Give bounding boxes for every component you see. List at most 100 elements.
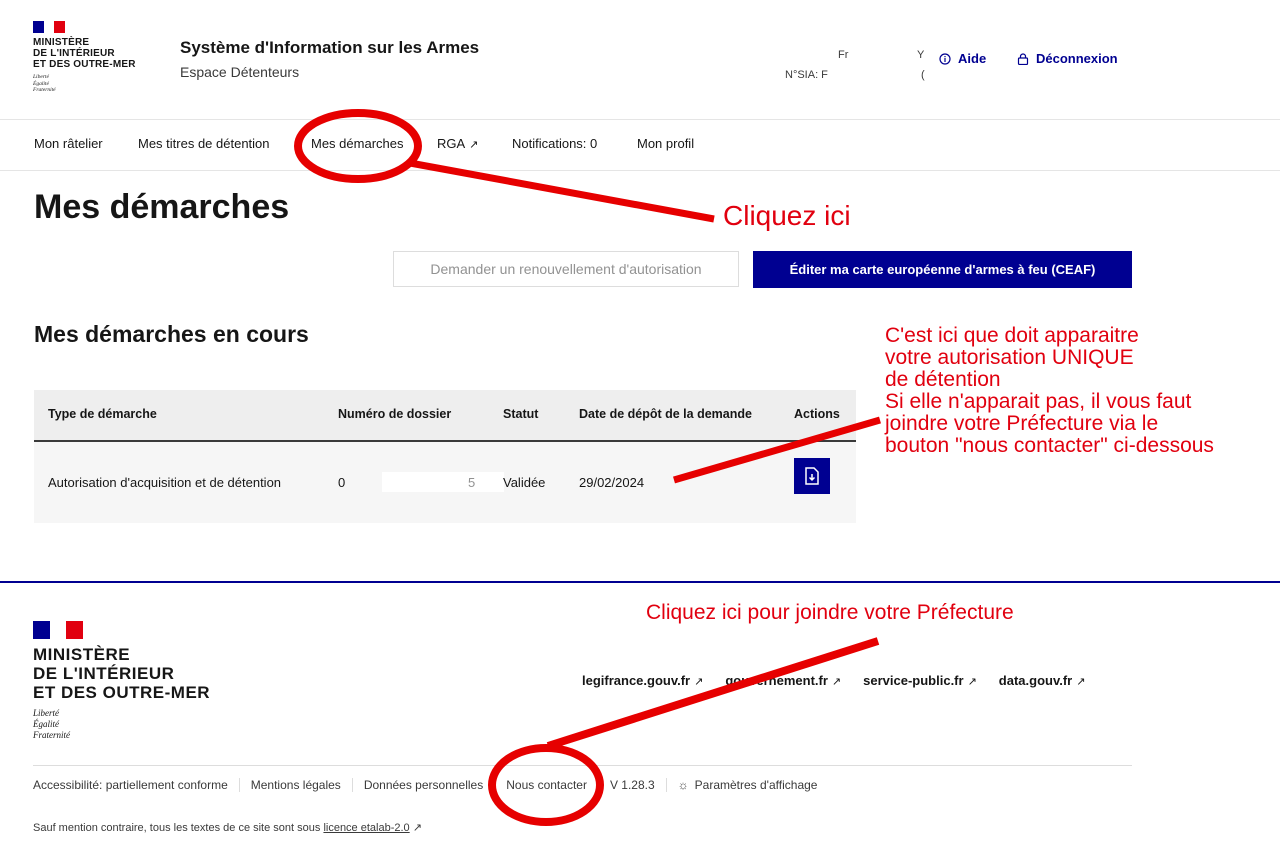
column-header: Type de démarche (48, 407, 157, 421)
licence-link[interactable]: licence etalab-2.0 (323, 822, 409, 834)
licence-link-label: licence etalab-2.0 (323, 822, 410, 834)
data-gouv-link[interactable]: data.gouv.fr ↗ (999, 673, 1086, 688)
ministry-line: MINISTÈRE (33, 645, 131, 664)
display-settings-button[interactable]: ☼ Paramètres d'affichage (665, 778, 829, 792)
display-settings-label: Paramètres d'affichage (694, 778, 818, 792)
ministry-name: MINISTÈRE DE L'INTÉRIEUR ET DES OUTRE-ME… (33, 37, 153, 70)
service-tagline: Espace Détenteurs (180, 64, 300, 80)
service-public-link[interactable]: service-public.fr ↗ (863, 673, 977, 688)
site-header: MINISTÈRE DE L'INTÉRIEUR ET DES OUTRE-ME… (0, 0, 1280, 120)
ministry-line: ET DES OUTRE-MER (33, 59, 136, 70)
ministry-line: DE L'INTÉRIEUR (33, 48, 115, 59)
motto-line: Liberté (33, 708, 59, 718)
page-title: Mes démarches (34, 188, 290, 226)
annotation-line: Si elle n'apparait pas, il vous faut (885, 390, 1192, 413)
annotation-line: joindre votre Préfecture via le (885, 412, 1159, 435)
nav-label: Mes titres de détention (138, 136, 270, 151)
link-label: gouvernement.fr (725, 673, 828, 688)
annotation-contact-prefecture: Cliquez ici pour joindre votre Préfectur… (646, 601, 1014, 624)
help-label: Aide (958, 51, 987, 66)
external-link-icon: ↗ (412, 822, 422, 834)
file-download-icon (805, 467, 819, 485)
cell-dossier-end: 5 (468, 475, 476, 490)
user-name: Fr (838, 49, 849, 61)
renew-authorization-button[interactable]: Demander un renouvellement d'autorisatio… (393, 251, 739, 287)
external-link-icon: ↗ (831, 676, 842, 688)
ministry-name: MINISTÈRE DE L'INTÉRIEUR ET DES OUTRE-ME… (33, 645, 210, 702)
external-link-icon: ↗ (967, 676, 977, 688)
legifrance-link[interactable]: legifrance.gouv.fr ↗ (582, 673, 703, 688)
nav-item-notifications[interactable]: Notifications: 0 (512, 136, 597, 151)
redaction-box (382, 472, 504, 492)
logout-label: Déconnexion (1036, 51, 1118, 66)
lock-icon (1017, 52, 1029, 65)
demarches-table: Type de démarche Numéro de dossier Statu… (34, 390, 856, 523)
ministry-line: MINISTÈRE (33, 37, 90, 48)
licence-notice: Sauf mention contraire, tous les textes … (33, 821, 422, 834)
arrow-line-mes-demarches (409, 159, 715, 223)
motto-line: Fraternité (33, 730, 70, 740)
external-link-icon: ↗ (1076, 676, 1086, 688)
nav-item-mon-ratelier[interactable]: Mon râtelier (34, 136, 103, 151)
nav-item-rga[interactable]: RGA ↗ (437, 136, 478, 151)
annotation-line: de détention (885, 368, 1001, 391)
annotation-line: C'est ici que doit apparaitre (885, 324, 1139, 347)
motto-line: Fraternité (33, 87, 56, 93)
nav-label: Mon profil (637, 136, 695, 151)
nav-item-mon-profil[interactable]: Mon profil (637, 136, 694, 151)
edit-ceaf-button[interactable]: Éditer ma carte européenne d'armes à feu… (753, 251, 1132, 288)
footer-divider (33, 765, 1132, 766)
site-footer: MINISTÈRE DE L'INTÉRIEUR ET DES OUTRE-ME… (0, 581, 1280, 865)
nav-label: Notifications: 0 (512, 136, 598, 151)
marianne-flag-icon (33, 21, 66, 33)
external-link-icon: ↗ (694, 676, 704, 688)
personal-data-link[interactable]: Données personnelles (351, 778, 494, 792)
ministry-line: ET DES OUTRE-MER (33, 683, 211, 702)
nav-item-mes-titres[interactable]: Mes titres de détention (138, 136, 270, 151)
column-header: Numéro de dossier (338, 407, 452, 421)
section-title: Mes démarches en cours (34, 321, 309, 347)
nav-label: RGA (437, 136, 466, 151)
nav-label: Mon râtelier (34, 136, 103, 151)
column-header: Actions (794, 407, 840, 421)
version-label: V 1.28.3 (597, 778, 666, 792)
footer-bottom-links: Accessibilité: partiellement conforme Me… (33, 778, 828, 792)
accessibility-link[interactable]: Accessibilité: partiellement conforme (33, 778, 239, 792)
cell-date: 29/02/2024 (579, 475, 645, 490)
help-link[interactable]: Aide (939, 51, 986, 66)
column-header: Date de dépôt de la demande (579, 407, 752, 421)
nav-item-mes-demarches[interactable]: Mes démarches (311, 136, 403, 151)
motto: Liberté Égalité Fraternité (33, 74, 153, 94)
cell-dossier-start: 0 (338, 475, 346, 490)
external-link-icon: ↗ (469, 139, 479, 151)
link-label: legifrance.gouv.fr (582, 673, 691, 688)
user-info: ( (921, 69, 925, 81)
link-label: service-public.fr (863, 673, 964, 688)
logout-link[interactable]: Déconnexion (1017, 51, 1118, 66)
contact-us-link[interactable]: Nous contacter (494, 778, 598, 792)
download-document-button[interactable] (794, 458, 830, 494)
legal-notice-link[interactable]: Mentions légales (238, 778, 352, 792)
motto: Liberté Égalité Fraternité (33, 708, 210, 741)
nav-label: Mes démarches (311, 136, 404, 151)
annotation-click-here: Cliquez ici (723, 200, 851, 231)
external-links: legifrance.gouv.fr ↗ gouvernement.fr ↗ ser… (582, 673, 1085, 688)
ministry-logo[interactable]: MINISTÈRE DE L'INTÉRIEUR ET DES OUTRE-ME… (33, 21, 153, 94)
annotation-line: bouton "nous contacter" ci-dessous (885, 434, 1214, 457)
cell-type: Autorisation d'acquisition et de détenti… (48, 475, 282, 490)
service-title[interactable]: Système d'Information sur les Armes (180, 38, 479, 58)
main-nav: Mon râtelier Mes titres de détention Mes… (0, 121, 1280, 171)
marianne-flag-icon (33, 621, 84, 639)
motto-line: Égalité (33, 719, 59, 729)
info-icon (939, 52, 951, 65)
gouvernement-link[interactable]: gouvernement.fr ↗ (725, 673, 841, 688)
annotation-unique-authorization: C'est ici que doit apparaitre votre auto… (885, 325, 1214, 457)
footer-ministry-logo[interactable]: MINISTÈRE DE L'INTÉRIEUR ET DES OUTRE-ME… (33, 621, 210, 741)
cell-statut: Validée (503, 475, 546, 490)
user-info: Y (917, 49, 925, 61)
annotation-line: votre autorisation UNIQUE (885, 346, 1134, 369)
licence-text: Sauf mention contraire, tous les textes … (33, 822, 321, 834)
user-sia-number: N°SIA: F (785, 69, 828, 81)
column-header: Statut (503, 407, 539, 421)
ministry-line: DE L'INTÉRIEUR (33, 664, 175, 683)
